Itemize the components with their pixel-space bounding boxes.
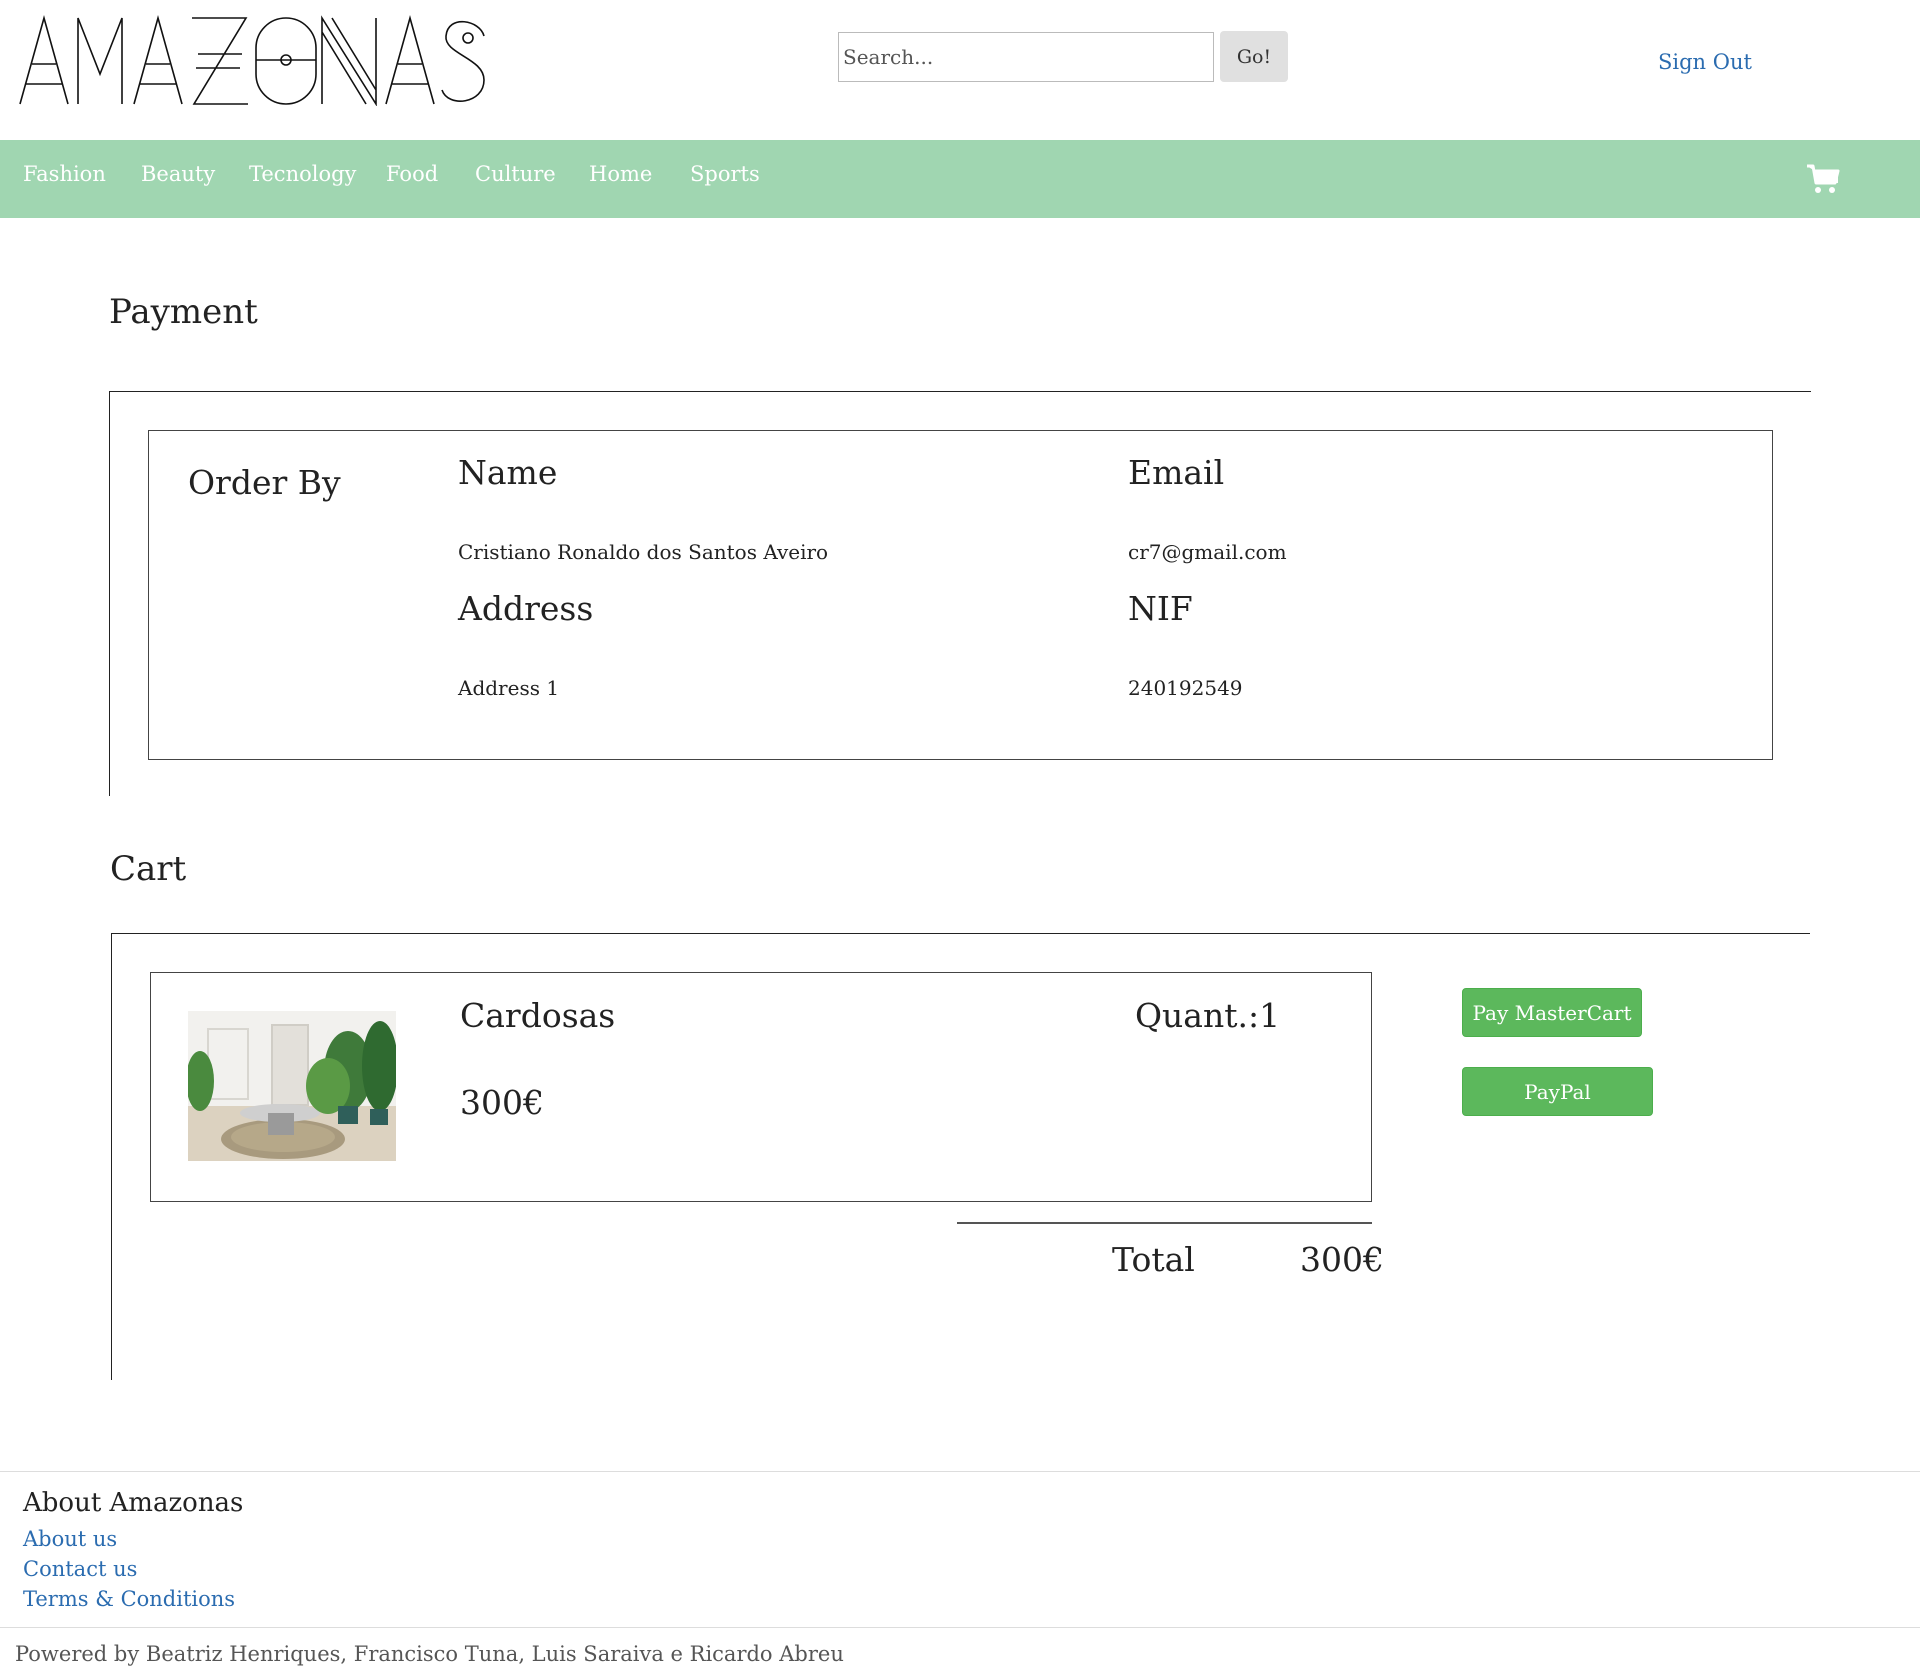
total-label: Total bbox=[1112, 1240, 1195, 1279]
total-value: 300€ bbox=[1300, 1240, 1384, 1279]
payment-title: Payment bbox=[109, 292, 258, 332]
product-price: 300€ bbox=[460, 1083, 544, 1122]
nif-label: NIF bbox=[1128, 589, 1193, 628]
order-by-label: Order By bbox=[188, 463, 341, 502]
go-button[interactable]: Go! bbox=[1220, 31, 1288, 82]
powered-by-text: Powered by Beatriz Henriques, Francisco … bbox=[15, 1642, 844, 1666]
nav-item-culture[interactable]: Culture bbox=[475, 162, 556, 186]
email-label: Email bbox=[1128, 453, 1225, 492]
product-name: Cardosas bbox=[460, 996, 616, 1035]
cart-title: Cart bbox=[110, 849, 187, 889]
email-value: cr7@gmail.com bbox=[1128, 540, 1287, 564]
footer-link-terms[interactable]: Terms & Conditions bbox=[23, 1587, 235, 1611]
order-details-card bbox=[148, 430, 1773, 760]
name-label: Name bbox=[458, 453, 558, 492]
name-value: Cristiano Ronaldo dos Santos Aveiro bbox=[458, 540, 829, 564]
category-navbar: Fashion Beauty Tecnology Food Culture Ho… bbox=[0, 140, 1920, 218]
footer-divider bbox=[0, 1471, 1920, 1472]
sign-out-link[interactable]: Sign Out bbox=[1658, 50, 1752, 74]
paypal-button[interactable]: PayPal bbox=[1462, 1067, 1653, 1116]
product-quantity: Quant.:1 bbox=[1135, 996, 1281, 1035]
nav-item-fashion[interactable]: Fashion bbox=[23, 162, 106, 186]
pay-mastercard-button[interactable]: Pay MasterCart bbox=[1462, 988, 1642, 1037]
nav-item-sports[interactable]: Sports bbox=[690, 162, 760, 186]
nav-item-beauty[interactable]: Beauty bbox=[141, 162, 215, 186]
nav-item-home[interactable]: Home bbox=[589, 162, 652, 186]
address-value: Address 1 bbox=[458, 676, 560, 700]
nif-value: 240192549 bbox=[1128, 676, 1243, 700]
product-image[interactable] bbox=[188, 1011, 396, 1161]
nav-item-tecnology[interactable]: Tecnology bbox=[249, 162, 356, 186]
nav-item-food[interactable]: Food bbox=[386, 162, 438, 186]
search-input[interactable] bbox=[838, 32, 1214, 82]
footer-about-title: About Amazonas bbox=[23, 1488, 244, 1518]
total-divider bbox=[957, 1222, 1372, 1224]
footer-bottom-divider bbox=[0, 1627, 1920, 1628]
amazonas-logo[interactable] bbox=[18, 14, 488, 106]
footer-link-about-us[interactable]: About us bbox=[23, 1527, 117, 1551]
footer-link-contact-us[interactable]: Contact us bbox=[23, 1557, 137, 1581]
address-label: Address bbox=[458, 589, 594, 628]
shopping-cart-icon[interactable] bbox=[1806, 163, 1840, 195]
